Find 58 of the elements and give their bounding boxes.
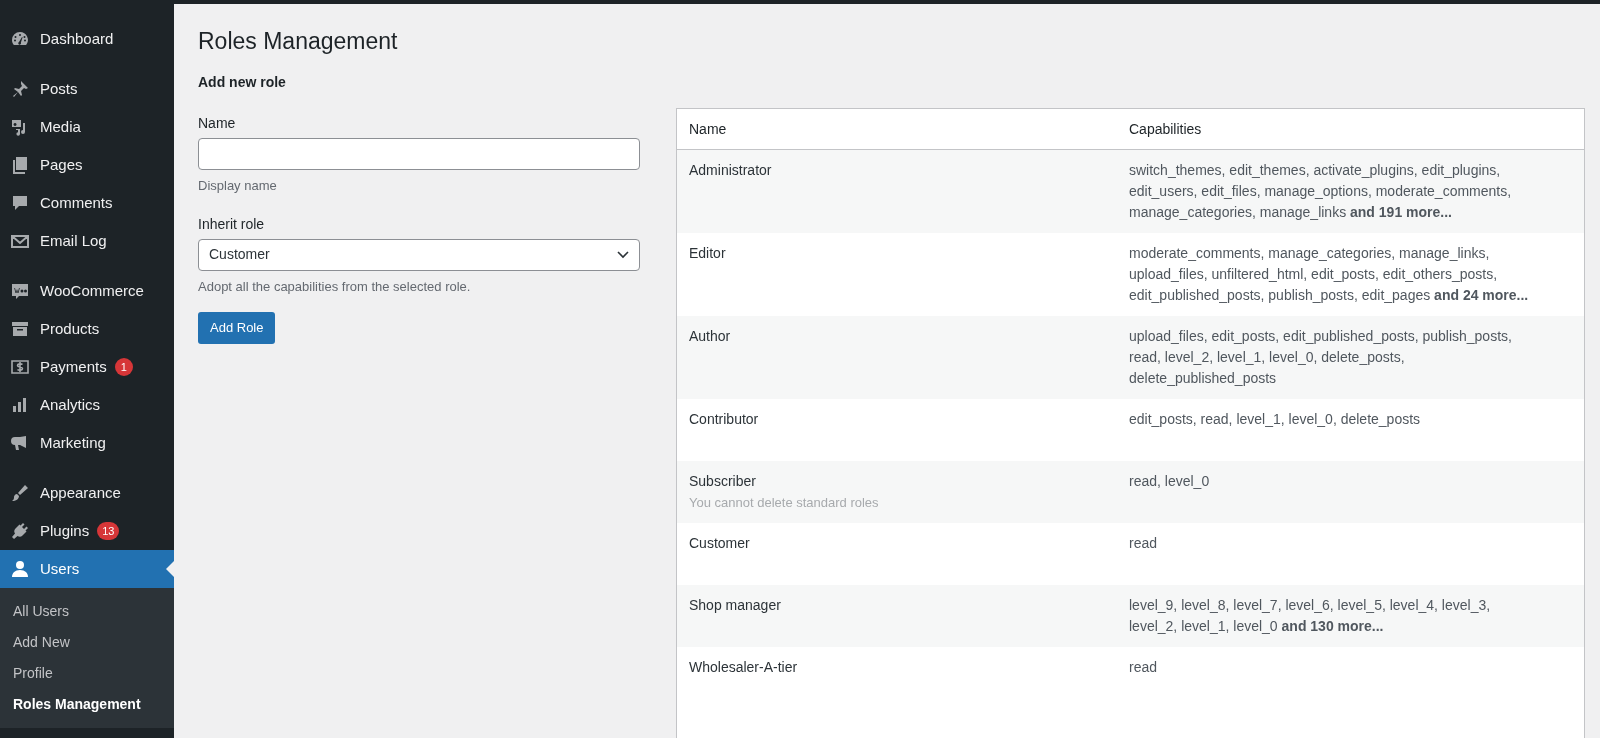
archive-box-icon [10, 319, 30, 339]
role-name: Editor [689, 244, 726, 263]
menu-item[interactable]: Comments [0, 184, 174, 222]
menu-item[interactable]: Products [0, 310, 174, 348]
column-header: Capabilities [1129, 119, 1203, 139]
add-role-button[interactable]: Add Role [198, 312, 276, 344]
column-header: Name [688, 119, 728, 139]
capabilities-text: read [1129, 658, 1159, 677]
pages-icon [10, 155, 30, 175]
role-name: Administrator [689, 161, 772, 180]
menu-item[interactable]: Posts [0, 70, 174, 108]
menu-item[interactable]: Media [0, 108, 174, 146]
capabilities-text: read, level_0 [1129, 472, 1211, 491]
role-name: Shop manager [689, 596, 781, 615]
submenu-item[interactable]: Add New [0, 627, 174, 658]
capabilities-text: switch_themes, edit_themes, activate_plugins, edit_plugins, edit_users, edit_files, manage_options, moderate_comments, manage_categories, manage_links and 191 more... [1129, 161, 1513, 222]
capabilities-text: level_9, level_8, level_7, level_6, level_5, level_4, level_3, level_2, level_1, level_0 and 130 more... [1129, 596, 1492, 636]
field-hint: Adopt all the capabilities from the selected role. [198, 277, 471, 296]
woo-icon [10, 281, 30, 301]
chevron-down-icon [617, 250, 629, 259]
menu-item[interactable]: Analytics [0, 386, 174, 424]
name-input[interactable] [198, 138, 640, 170]
capabilities-text: upload_files, edit_posts, edit_published_posts, publish_posts, read, level_2, level_1, level_0, delete_posts, delete_published_posts [1129, 327, 1513, 388]
section-heading: Add new role [198, 73, 286, 92]
count-badge: 13 [97, 522, 120, 540]
field-label: Inherit role [198, 214, 265, 234]
role-note: You cannot delete standard roles [689, 494, 879, 512]
capabilities-text: moderate_comments, manage_categories, manage_links, upload_files, unfiltered_html, edit_posts, edit_others_posts, edit_published_posts, publish_posts, edit_pages and 24 more... [1129, 244, 1530, 305]
role-name: Customer [689, 534, 750, 553]
capabilities-text: edit_posts, read, level_1, level_0, delete_posts [1129, 410, 1422, 429]
role-select[interactable]: Customer [198, 238, 640, 271]
menu-item[interactable]: Appearance [0, 474, 174, 512]
menu-item[interactable]: Dashboard [0, 20, 174, 58]
submenu-item[interactable]: Roles Management [0, 689, 174, 720]
field-hint: Display name [198, 177, 277, 195]
speech-bubble-icon [10, 193, 30, 213]
menu-item[interactable]: Marketing [0, 424, 174, 462]
menu-item[interactable]: Plugins 13 [0, 512, 174, 550]
menu-item[interactable]: Pages [0, 146, 174, 184]
plug-icon [10, 521, 30, 541]
menu-item[interactable]: WooCommerce [0, 272, 174, 310]
role-name: Wholesaler-A-tier [689, 658, 798, 677]
role-name: Author [689, 327, 731, 346]
role-name: Contributor [689, 410, 759, 429]
count-badge: 1 [114, 358, 133, 376]
menu-item[interactable]: Payments 1 [0, 348, 174, 386]
paintbrush-icon [10, 483, 30, 503]
current-pointer-icon [166, 561, 174, 577]
field-label: Name [198, 114, 236, 133]
menu-item[interactable]: Users [0, 550, 174, 588]
capabilities-text: read [1129, 534, 1159, 553]
role-name: Subscriber [689, 472, 756, 491]
person-icon [10, 559, 30, 579]
page-title: Roles Management [198, 27, 398, 56]
dollar-icon [10, 357, 30, 377]
submenu-item[interactable]: Profile [0, 658, 174, 689]
menu-item[interactable]: Email Log [0, 222, 174, 260]
submenu-item[interactable]: All Users [0, 596, 174, 627]
